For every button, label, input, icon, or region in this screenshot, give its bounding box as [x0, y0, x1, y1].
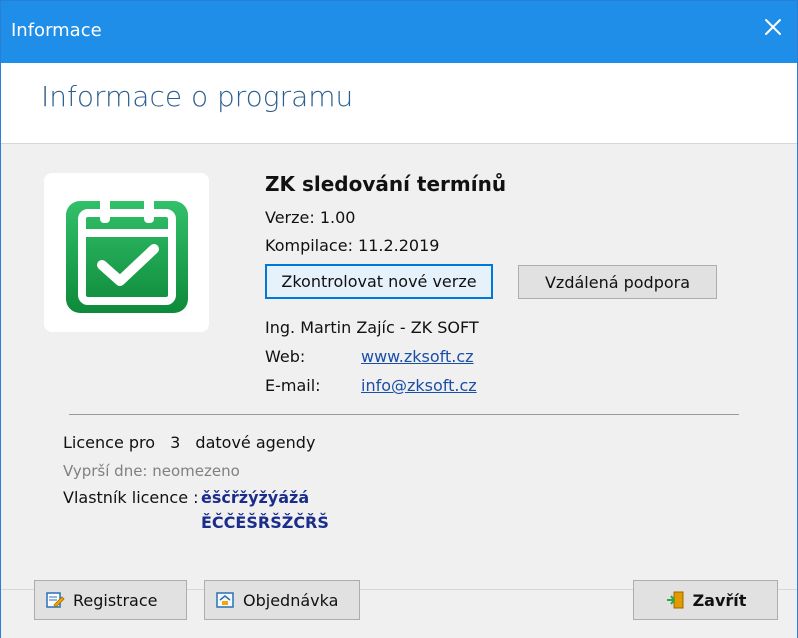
- registration-button[interactable]: Registrace: [34, 580, 187, 620]
- close-icon[interactable]: [761, 15, 785, 39]
- window-title: Informace: [11, 20, 102, 41]
- dialog-content: ZK sledování termínů Verze: 1.00 Kompila…: [1, 144, 797, 589]
- title-bar[interactable]: Informace: [1, 1, 797, 63]
- license-owner-label: Vlastník licence :: [63, 488, 199, 507]
- license-prefix: Licence pro: [63, 433, 156, 452]
- edit-form-icon: [46, 592, 65, 608]
- close-label: Zavřít: [692, 590, 747, 610]
- dialog-header: Informace o programu: [1, 63, 797, 144]
- email-label: E-mail:: [265, 376, 321, 395]
- about-dialog: Informace Informace o programu ZK sledov…: [0, 0, 798, 638]
- app-icon-panel: [44, 173, 209, 332]
- remote-support-button[interactable]: Vzdálená podpora: [518, 265, 717, 299]
- registration-label: Registrace: [73, 590, 158, 610]
- web-label: Web:: [265, 347, 306, 366]
- license-suffix: datové agendy: [195, 433, 316, 452]
- email-link[interactable]: info@zksoft.cz: [361, 376, 477, 395]
- license-expiry: Vyprší dne: neomezeno: [63, 462, 240, 480]
- app-name: ZK sledování termínů: [265, 172, 507, 196]
- close-button[interactable]: Zavřít: [633, 580, 778, 620]
- order-label: Objednávka: [243, 590, 339, 610]
- calendar-check-icon: [66, 197, 188, 313]
- page-title: Informace o programu: [41, 80, 354, 113]
- license-owner-line2: ĚČČĚŠŘŠŽČŘŠ: [201, 513, 329, 532]
- build-text: Kompilace: 11.2.2019: [265, 236, 440, 255]
- license-line: Licence pro 3 datové agendy: [63, 433, 315, 452]
- check-updates-button[interactable]: Zkontrolovat nové verze: [265, 264, 493, 299]
- license-count: 3: [170, 433, 181, 452]
- exit-door-icon: [666, 591, 684, 609]
- divider: [69, 414, 739, 415]
- version-text: Verze: 1.00: [265, 208, 356, 227]
- web-link[interactable]: www.zksoft.cz: [361, 347, 474, 366]
- order-button[interactable]: Objednávka: [204, 580, 360, 620]
- dialog-footer: Registrace Objednávka Zavřít: [1, 580, 797, 638]
- license-owner-line1: ěščřžýžýážá: [201, 488, 310, 507]
- shop-icon: [216, 592, 234, 608]
- company-text: Ing. Martin Zajíc - ZK SOFT: [265, 318, 479, 337]
